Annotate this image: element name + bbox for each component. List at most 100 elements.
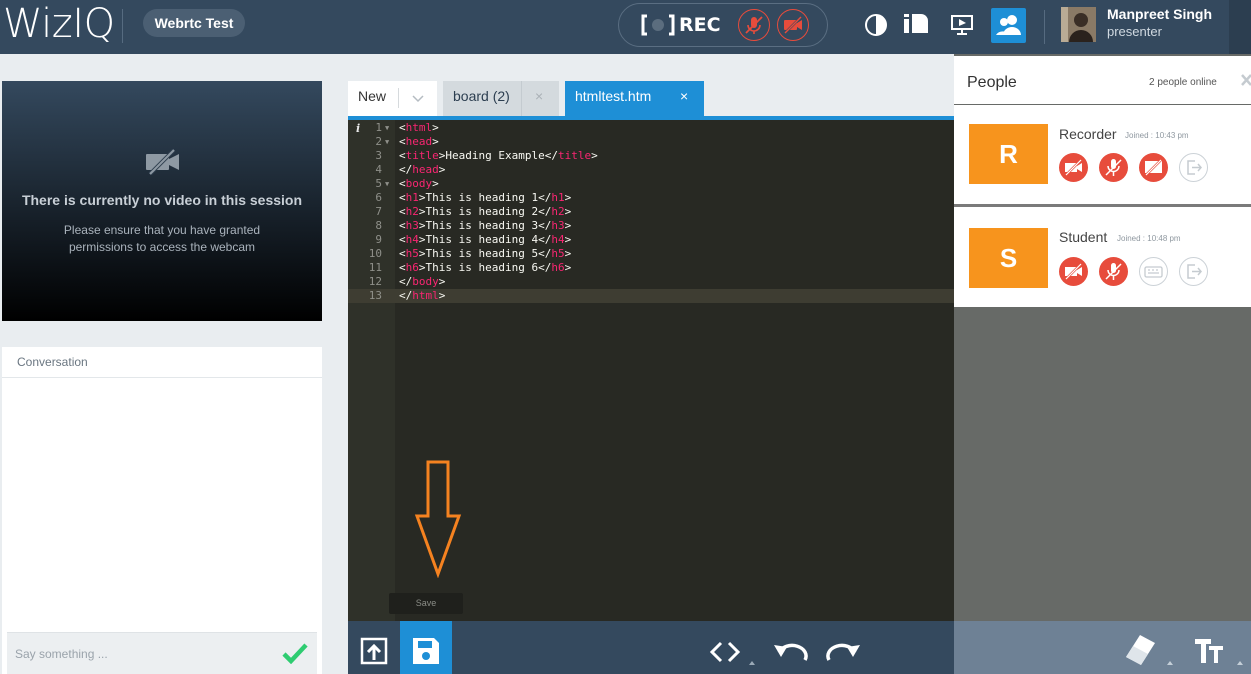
tab-new[interactable]: New — [348, 81, 437, 116]
code-line[interactable]: 8 <h3>This is heading 3</h3> — [348, 219, 954, 233]
exit-icon — [1187, 264, 1202, 279]
people-title: People — [967, 74, 1017, 91]
keyboard-icon — [1144, 266, 1163, 278]
code-text: <head> — [399, 135, 439, 148]
chevron-down-icon[interactable] — [412, 91, 424, 105]
code-line[interactable]: 10 <h5>This is heading 5</h5> — [348, 247, 954, 261]
tab-board[interactable]: board (2) × — [443, 81, 559, 116]
fold-arrow-icon[interactable]: ▼ — [385, 135, 389, 149]
screen-share-off-button[interactable] — [1139, 153, 1168, 182]
contrast-button[interactable] — [862, 10, 892, 40]
code-text: <h6>This is heading 6</h6> — [399, 261, 572, 274]
remove-participant-button[interactable] — [1179, 153, 1208, 182]
session-name[interactable]: Webrtc Test — [143, 9, 245, 37]
record-icon — [641, 14, 675, 36]
avatar: S — [969, 228, 1048, 288]
divider — [2, 377, 322, 378]
line-number: 12 — [368, 275, 382, 288]
close-icon[interactable]: × — [680, 81, 688, 112]
participant-name: Student — [1059, 229, 1108, 245]
code-line[interactable]: 4 </head> — [348, 163, 954, 177]
mic-toggle-button[interactable] — [738, 9, 770, 41]
mic-off-button[interactable] — [1099, 257, 1128, 286]
layout-button[interactable] — [901, 10, 931, 40]
camera-off-icon — [1065, 263, 1082, 280]
fold-arrow-icon[interactable]: ▼ — [385, 121, 389, 135]
conversation-title: Conversation — [17, 355, 88, 369]
record-button[interactable]: REC — [641, 12, 721, 38]
line-number: 6 — [375, 191, 382, 204]
camera-toggle-button[interactable] — [777, 9, 809, 41]
line-number: 9 — [375, 233, 382, 246]
top-bar: WizIQ Webrtc Test REC Manpreet Singh pre… — [0, 0, 1251, 54]
divider — [521, 81, 522, 116]
code-line[interactable]: 9 <h4>This is heading 4</h4> — [348, 233, 954, 247]
fold-arrow-icon[interactable]: ▼ — [385, 177, 389, 191]
chat-input[interactable] — [15, 643, 255, 665]
code-line[interactable]: 12 </body> — [348, 275, 954, 289]
save-icon[interactable] — [411, 636, 441, 666]
code-line[interactable]: 5 ▼ <body> — [348, 177, 954, 191]
video-panel: There is currently no video in this sess… — [2, 81, 322, 321]
keyboard-control-button[interactable] — [1139, 257, 1168, 286]
camera-off-button[interactable] — [1059, 257, 1088, 286]
line-number: 5 — [375, 177, 382, 190]
mic-off-icon — [745, 16, 763, 34]
conversation-panel: Conversation — [2, 347, 322, 674]
code-line[interactable]: 1 ▼ <html> — [348, 121, 954, 135]
mic-off-icon — [1105, 159, 1122, 176]
close-icon[interactable]: × — [535, 81, 543, 112]
recording-controls: REC — [618, 3, 828, 47]
screen-off-icon — [1145, 159, 1162, 176]
joined-time: Joined : 10:48 pm — [1117, 234, 1181, 243]
participant-card-recorder: R Recorder Joined : 10:43 pm — [954, 105, 1251, 204]
line-number: 7 — [375, 205, 382, 218]
code-text: <title>Heading Example</title> — [399, 149, 598, 162]
save-tooltip: Save — [389, 593, 463, 614]
user-photo-icon — [1061, 7, 1096, 42]
code-line[interactable]: 3 <title>Heading Example</title> — [348, 149, 954, 163]
code-line[interactable]: 13 </html> — [348, 289, 954, 303]
people-panel-button[interactable] — [991, 8, 1026, 43]
line-number: 10 — [368, 247, 382, 260]
participant-card-student: S Student Joined : 10:48 pm — [954, 207, 1251, 307]
code-text: <h4>This is heading 4</h4> — [399, 233, 572, 246]
camera-off-button[interactable] — [1059, 153, 1088, 182]
line-number: 4 — [375, 163, 382, 176]
user-name: Manpreet Singh — [1107, 6, 1213, 22]
text-size-icon[interactable] — [1193, 633, 1247, 669]
tab-htmltest[interactable]: htmltest.htm × — [565, 81, 704, 116]
eraser-icon[interactable] — [1123, 633, 1177, 669]
tab-label: board (2) — [453, 88, 510, 104]
code-line[interactable]: 2 ▼ <head> — [348, 135, 954, 149]
annotation-arrow — [414, 460, 462, 578]
avatar[interactable] — [1061, 7, 1096, 42]
divider — [122, 9, 123, 43]
undo-icon[interactable] — [773, 638, 809, 666]
tab-label: New — [358, 88, 387, 104]
code-line[interactable]: 6 <h1>This is heading 1</h1> — [348, 191, 954, 205]
user-role: presenter — [1107, 24, 1162, 39]
line-number: 3 — [375, 149, 382, 162]
contrast-icon — [865, 14, 887, 36]
mic-off-button[interactable] — [1099, 153, 1128, 182]
camera-off-icon — [146, 149, 179, 175]
code-line[interactable]: 7 <h2>This is heading 2</h2> — [348, 205, 954, 219]
exit-icon — [1187, 160, 1202, 175]
upload-icon[interactable] — [359, 636, 389, 666]
layout-icon — [904, 14, 928, 33]
code-text: <html> — [399, 121, 439, 134]
send-check-icon[interactable] — [282, 642, 308, 664]
participant-name: Recorder — [1059, 126, 1117, 142]
code-line[interactable]: 11 <h6>This is heading 6</h6> — [348, 261, 954, 275]
remove-participant-button[interactable] — [1179, 257, 1208, 286]
screen-share-button[interactable] — [947, 10, 977, 40]
code-text: </body> — [399, 275, 446, 288]
webcam-permission-hint: Please ensure that you have granted perm… — [63, 223, 261, 254]
code-icon[interactable] — [709, 639, 759, 669]
close-icon[interactable] — [1240, 73, 1251, 89]
line-number: 11 — [368, 261, 382, 274]
code-text: <h3>This is heading 3</h3> — [399, 219, 572, 232]
redo-icon[interactable] — [825, 638, 861, 666]
logo: WizIQ — [3, 1, 115, 47]
